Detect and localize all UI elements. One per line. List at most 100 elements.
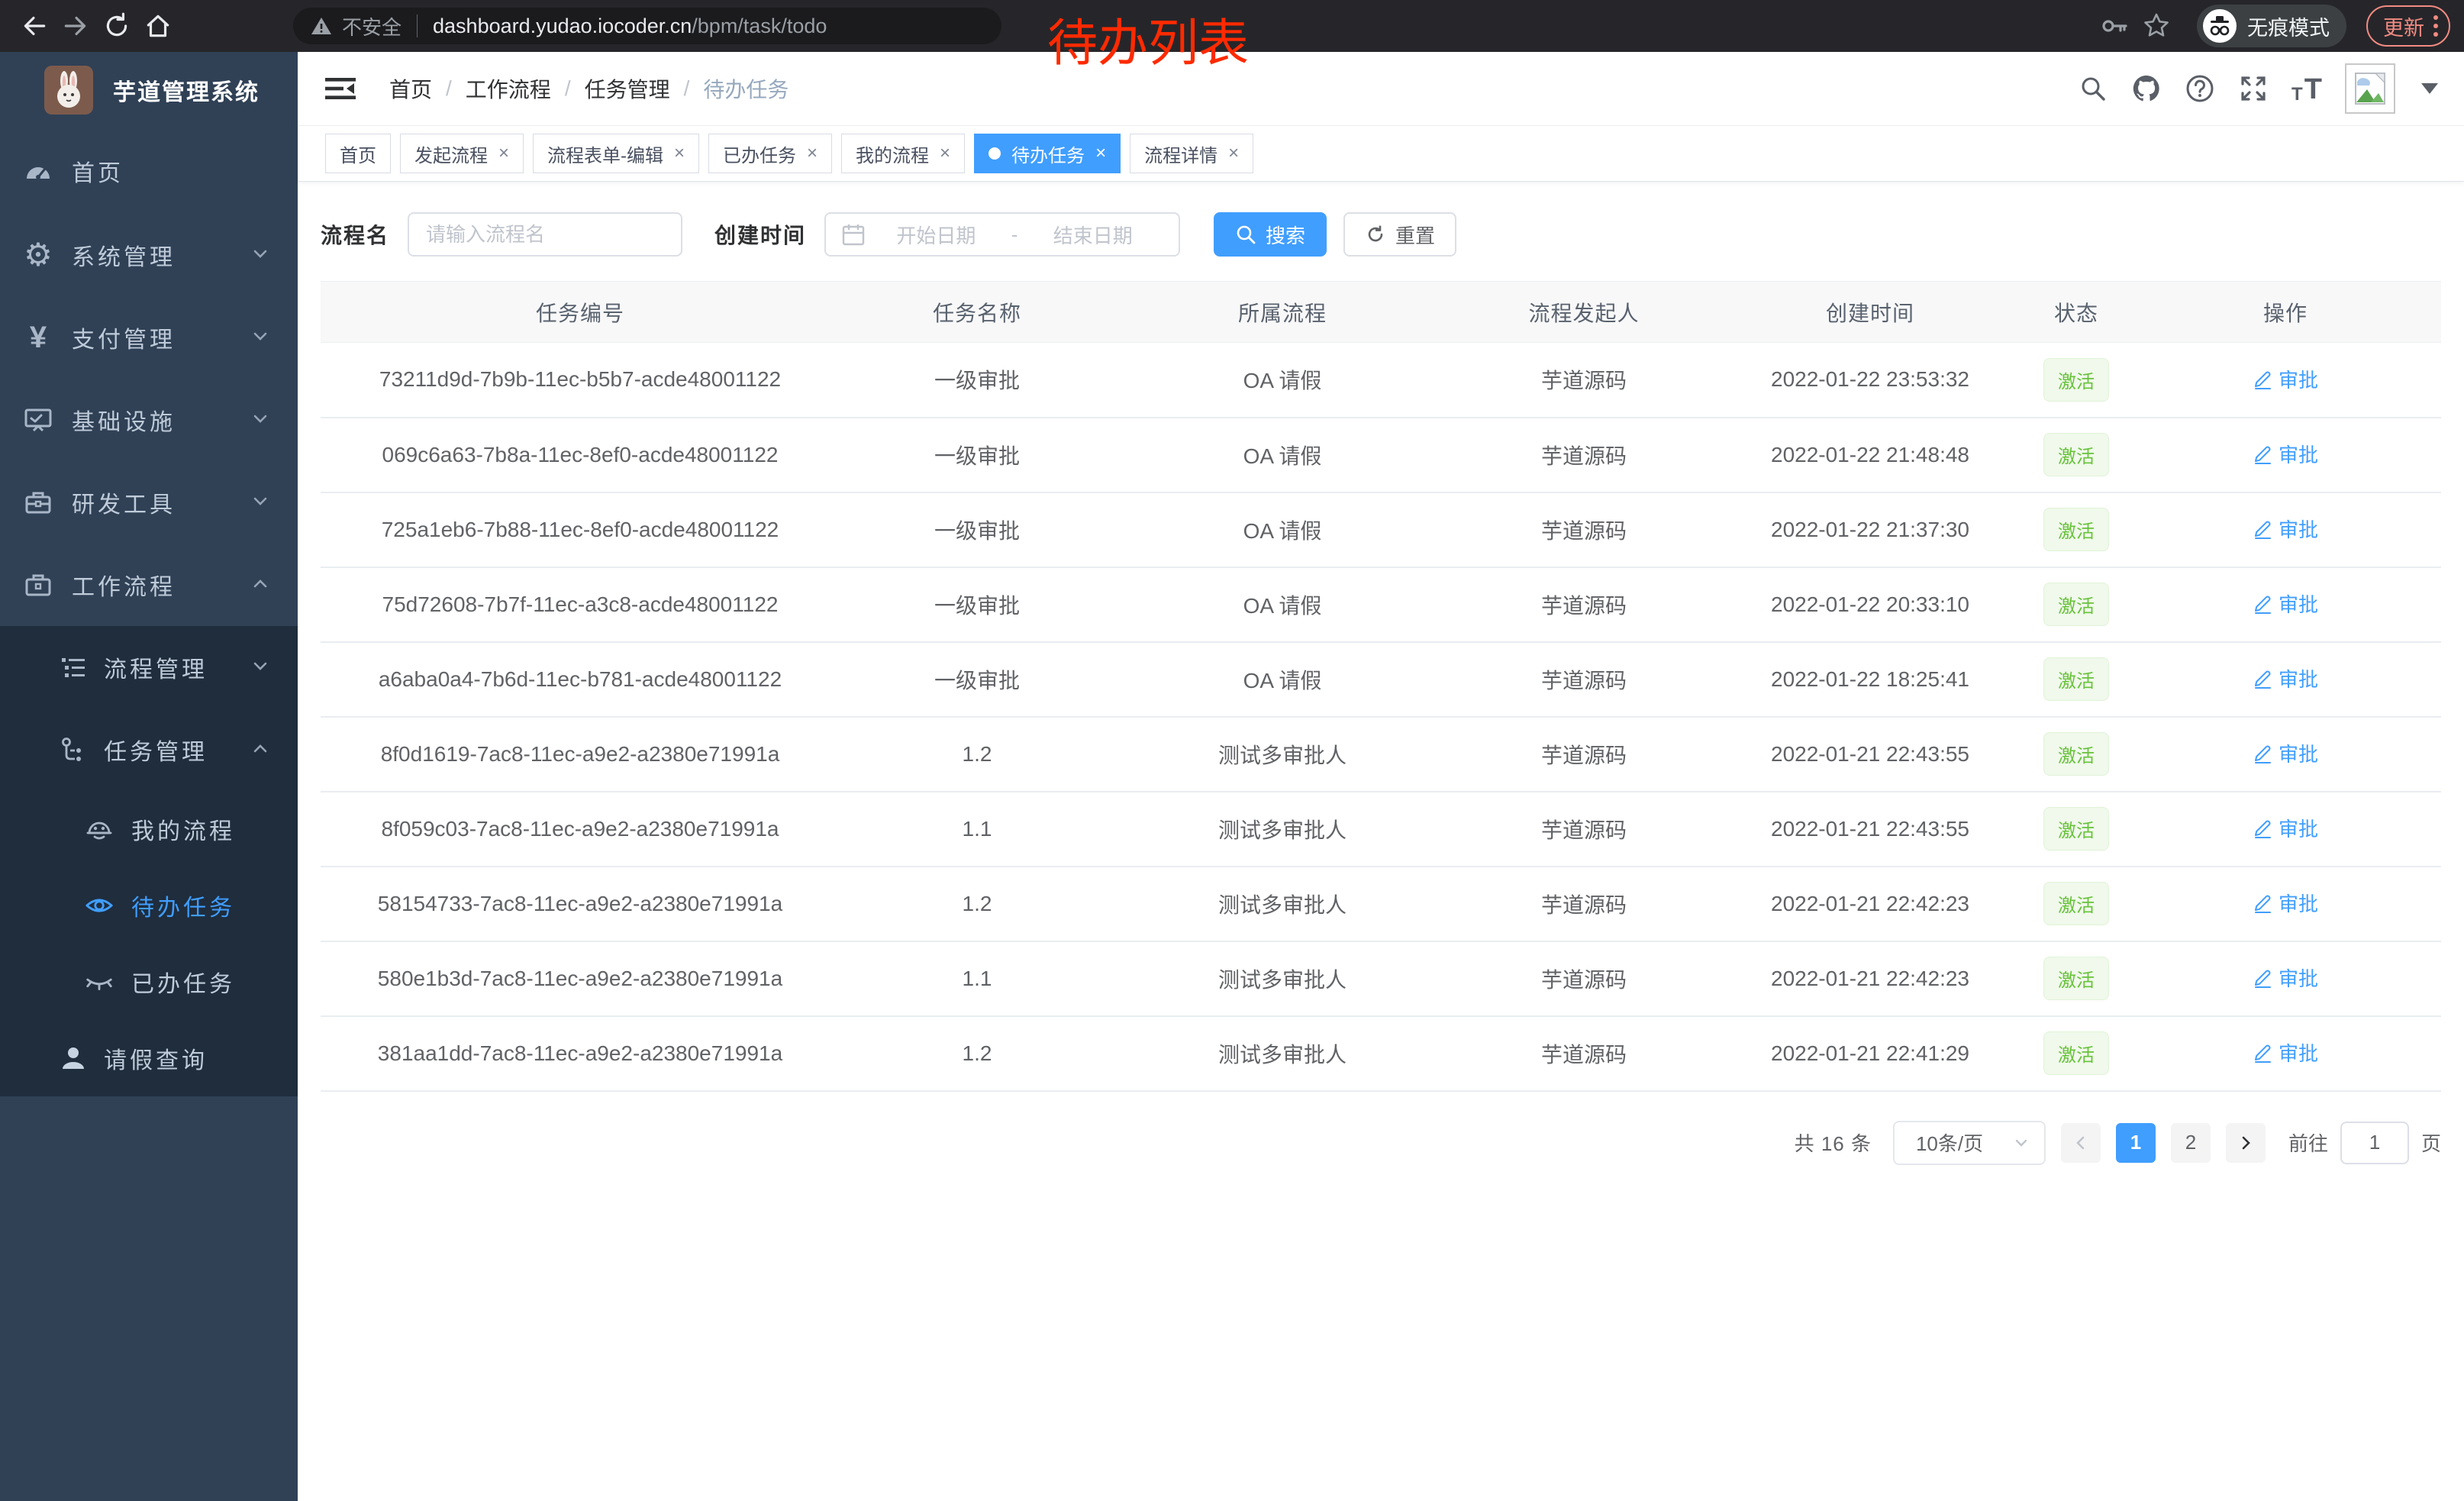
close-icon[interactable]: ×	[1095, 143, 1106, 164]
close-icon[interactable]: ×	[1228, 143, 1239, 164]
help-button[interactable]	[2185, 73, 2215, 104]
sidebar-item-infrastructure[interactable]: 基础设施	[0, 379, 298, 461]
approve-button[interactable]: 审批	[2253, 515, 2318, 543]
cell-task-name: 1.2	[840, 867, 1114, 941]
tab-done-tasks[interactable]: 已办任务×	[708, 134, 832, 173]
bookmark-star-button[interactable]	[2136, 5, 2177, 47]
tab-start-process[interactable]: 发起流程×	[400, 134, 524, 173]
date-range-picker[interactable]: 开始日期 - 结束日期	[824, 212, 1180, 257]
breadcrumb-task-mgmt[interactable]: 任务管理	[585, 73, 670, 104]
browser-update-button[interactable]: 更新	[2366, 5, 2450, 47]
eye-icon	[84, 890, 114, 921]
cell-process: OA 请假	[1114, 492, 1450, 567]
monitor-icon	[23, 405, 53, 435]
todo-task-table: 任务编号 任务名称 所属流程 流程发起人 创建时间 状态 操作 73211d9d…	[321, 281, 2441, 1092]
approve-button[interactable]: 审批	[2253, 589, 2318, 618]
breadcrumb-current: 待办任务	[703, 73, 789, 104]
sidebar-item-todo-tasks[interactable]: 待办任务	[0, 867, 298, 944]
col-process: 所属流程	[1114, 282, 1450, 343]
table-row: 069c6a63-7b8a-11ec-8ef0-acde48001122 一级审…	[321, 418, 2441, 492]
tab-home[interactable]: 首页	[325, 134, 391, 173]
avatar-caret-icon[interactable]	[2421, 83, 2438, 94]
chevron-down-icon	[250, 244, 270, 267]
edit-pencil-icon	[2253, 669, 2272, 689]
close-icon[interactable]: ×	[498, 143, 509, 164]
sidebar-item-my-process[interactable]: 我的流程	[0, 791, 298, 867]
chevron-right-icon	[2237, 1134, 2255, 1152]
tab-my-process[interactable]: 我的流程×	[841, 134, 965, 173]
process-name-input[interactable]	[408, 212, 682, 257]
person-icon	[58, 1043, 89, 1073]
approve-button[interactable]: 审批	[2253, 964, 2318, 992]
browser-back-button[interactable]	[14, 5, 55, 47]
sidebar-item-label: 研发工具	[72, 486, 176, 519]
cell-created: 2022-01-21 22:42:23	[1717, 941, 2023, 1016]
table-body: 73211d9d-7b9b-11ec-b5b7-acde48001122 一级审…	[321, 343, 2441, 1091]
approve-button[interactable]: 审批	[2253, 1038, 2318, 1067]
page-size-select[interactable]: 10条/页	[1893, 1121, 2046, 1165]
github-button[interactable]	[2131, 73, 2162, 104]
reset-button[interactable]: 重置	[1343, 212, 1456, 257]
chevron-up-icon	[250, 573, 270, 597]
breadcrumb-home[interactable]: 首页	[389, 73, 432, 104]
sidebar-item-home[interactable]: 首页	[0, 128, 298, 214]
browser-forward-button[interactable]	[55, 5, 96, 47]
cell-task-name: 一级审批	[840, 418, 1114, 492]
address-bar[interactable]: 不安全 dashboard.yudao.iocoder.cn/bpm/task/…	[293, 8, 1001, 44]
table-row: 725a1eb6-7b88-11ec-8ef0-acde48001122 一级审…	[321, 492, 2441, 567]
sidebar-collapse-button[interactable]	[324, 73, 357, 104]
sidebar-item-process-mgmt[interactable]: 流程管理	[0, 626, 298, 709]
browser-reload-button[interactable]	[96, 5, 137, 47]
fullscreen-button[interactable]	[2238, 73, 2269, 104]
font-size-button[interactable]: TT	[2291, 73, 2322, 104]
search-button[interactable]	[2078, 73, 2108, 104]
close-icon[interactable]: ×	[807, 143, 818, 164]
cell-task-name: 1.2	[840, 717, 1114, 792]
cell-task-id: 73211d9d-7b9b-11ec-b5b7-acde48001122	[321, 343, 840, 418]
approve-button[interactable]: 审批	[2253, 889, 2318, 917]
sidebar-item-leave-query[interactable]: 请假查询	[0, 1020, 298, 1096]
approve-button[interactable]: 审批	[2253, 664, 2318, 692]
sidebar-item-system[interactable]: ⚙ 系统管理	[0, 214, 298, 296]
password-key-button[interactable]	[2095, 5, 2136, 47]
approve-button[interactable]: 审批	[2253, 739, 2318, 767]
cell-created: 2022-01-22 21:37:30	[1717, 492, 2023, 567]
status-badge: 激活	[2043, 508, 2109, 551]
status-badge: 激活	[2043, 882, 2109, 925]
sidebar-item-done-tasks[interactable]: 已办任务	[0, 944, 298, 1020]
end-date-placeholder: 结束日期	[1022, 221, 1163, 249]
sidebar-item-label: 我的流程	[131, 812, 235, 846]
cell-initiator: 芋道源码	[1450, 941, 1717, 1016]
cell-created: 2022-01-22 23:53:32	[1717, 343, 2023, 418]
avatar[interactable]	[2345, 63, 2395, 114]
browser-home-button[interactable]	[137, 5, 179, 47]
broken-image-icon	[2353, 71, 2388, 106]
tab-process-detail[interactable]: 流程详情×	[1130, 134, 1253, 173]
sidebar-item-devtools[interactable]: 研发工具	[0, 461, 298, 544]
approve-button[interactable]: 审批	[2253, 814, 2318, 842]
goto-page-input[interactable]	[2340, 1122, 2409, 1164]
sidebar-item-task-mgmt[interactable]: 任务管理	[0, 709, 298, 791]
prev-page-button[interactable]	[2061, 1123, 2101, 1163]
col-task-id: 任务编号	[321, 282, 840, 343]
close-icon[interactable]: ×	[940, 143, 950, 164]
cell-created: 2022-01-22 20:33:10	[1717, 567, 2023, 642]
tab-process-form-edit[interactable]: 流程表单-编辑×	[533, 134, 699, 173]
page-button-2[interactable]: 2	[2171, 1123, 2211, 1163]
tab-todo-tasks[interactable]: 待办任务×	[974, 134, 1121, 173]
page-button-1[interactable]: 1	[2116, 1123, 2156, 1163]
sidebar-item-workflow[interactable]: 工作流程	[0, 544, 298, 626]
cell-initiator: 芋道源码	[1450, 567, 1717, 642]
status-badge: 激活	[2043, 807, 2109, 851]
browser-menu-icon[interactable]	[2433, 15, 2438, 37]
cell-task-id: 58154733-7ac8-11ec-a9e2-a2380e71991a	[321, 867, 840, 941]
search-button-primary[interactable]: 搜索	[1214, 212, 1327, 257]
calendar-icon	[841, 222, 866, 247]
list-tree-icon	[58, 652, 89, 683]
breadcrumb-workflow[interactable]: 工作流程	[466, 73, 551, 104]
approve-button[interactable]: 审批	[2253, 440, 2318, 468]
next-page-button[interactable]	[2226, 1123, 2266, 1163]
approve-button[interactable]: 审批	[2253, 365, 2318, 393]
sidebar-item-payment[interactable]: ¥ 支付管理	[0, 296, 298, 379]
close-icon[interactable]: ×	[674, 143, 685, 164]
